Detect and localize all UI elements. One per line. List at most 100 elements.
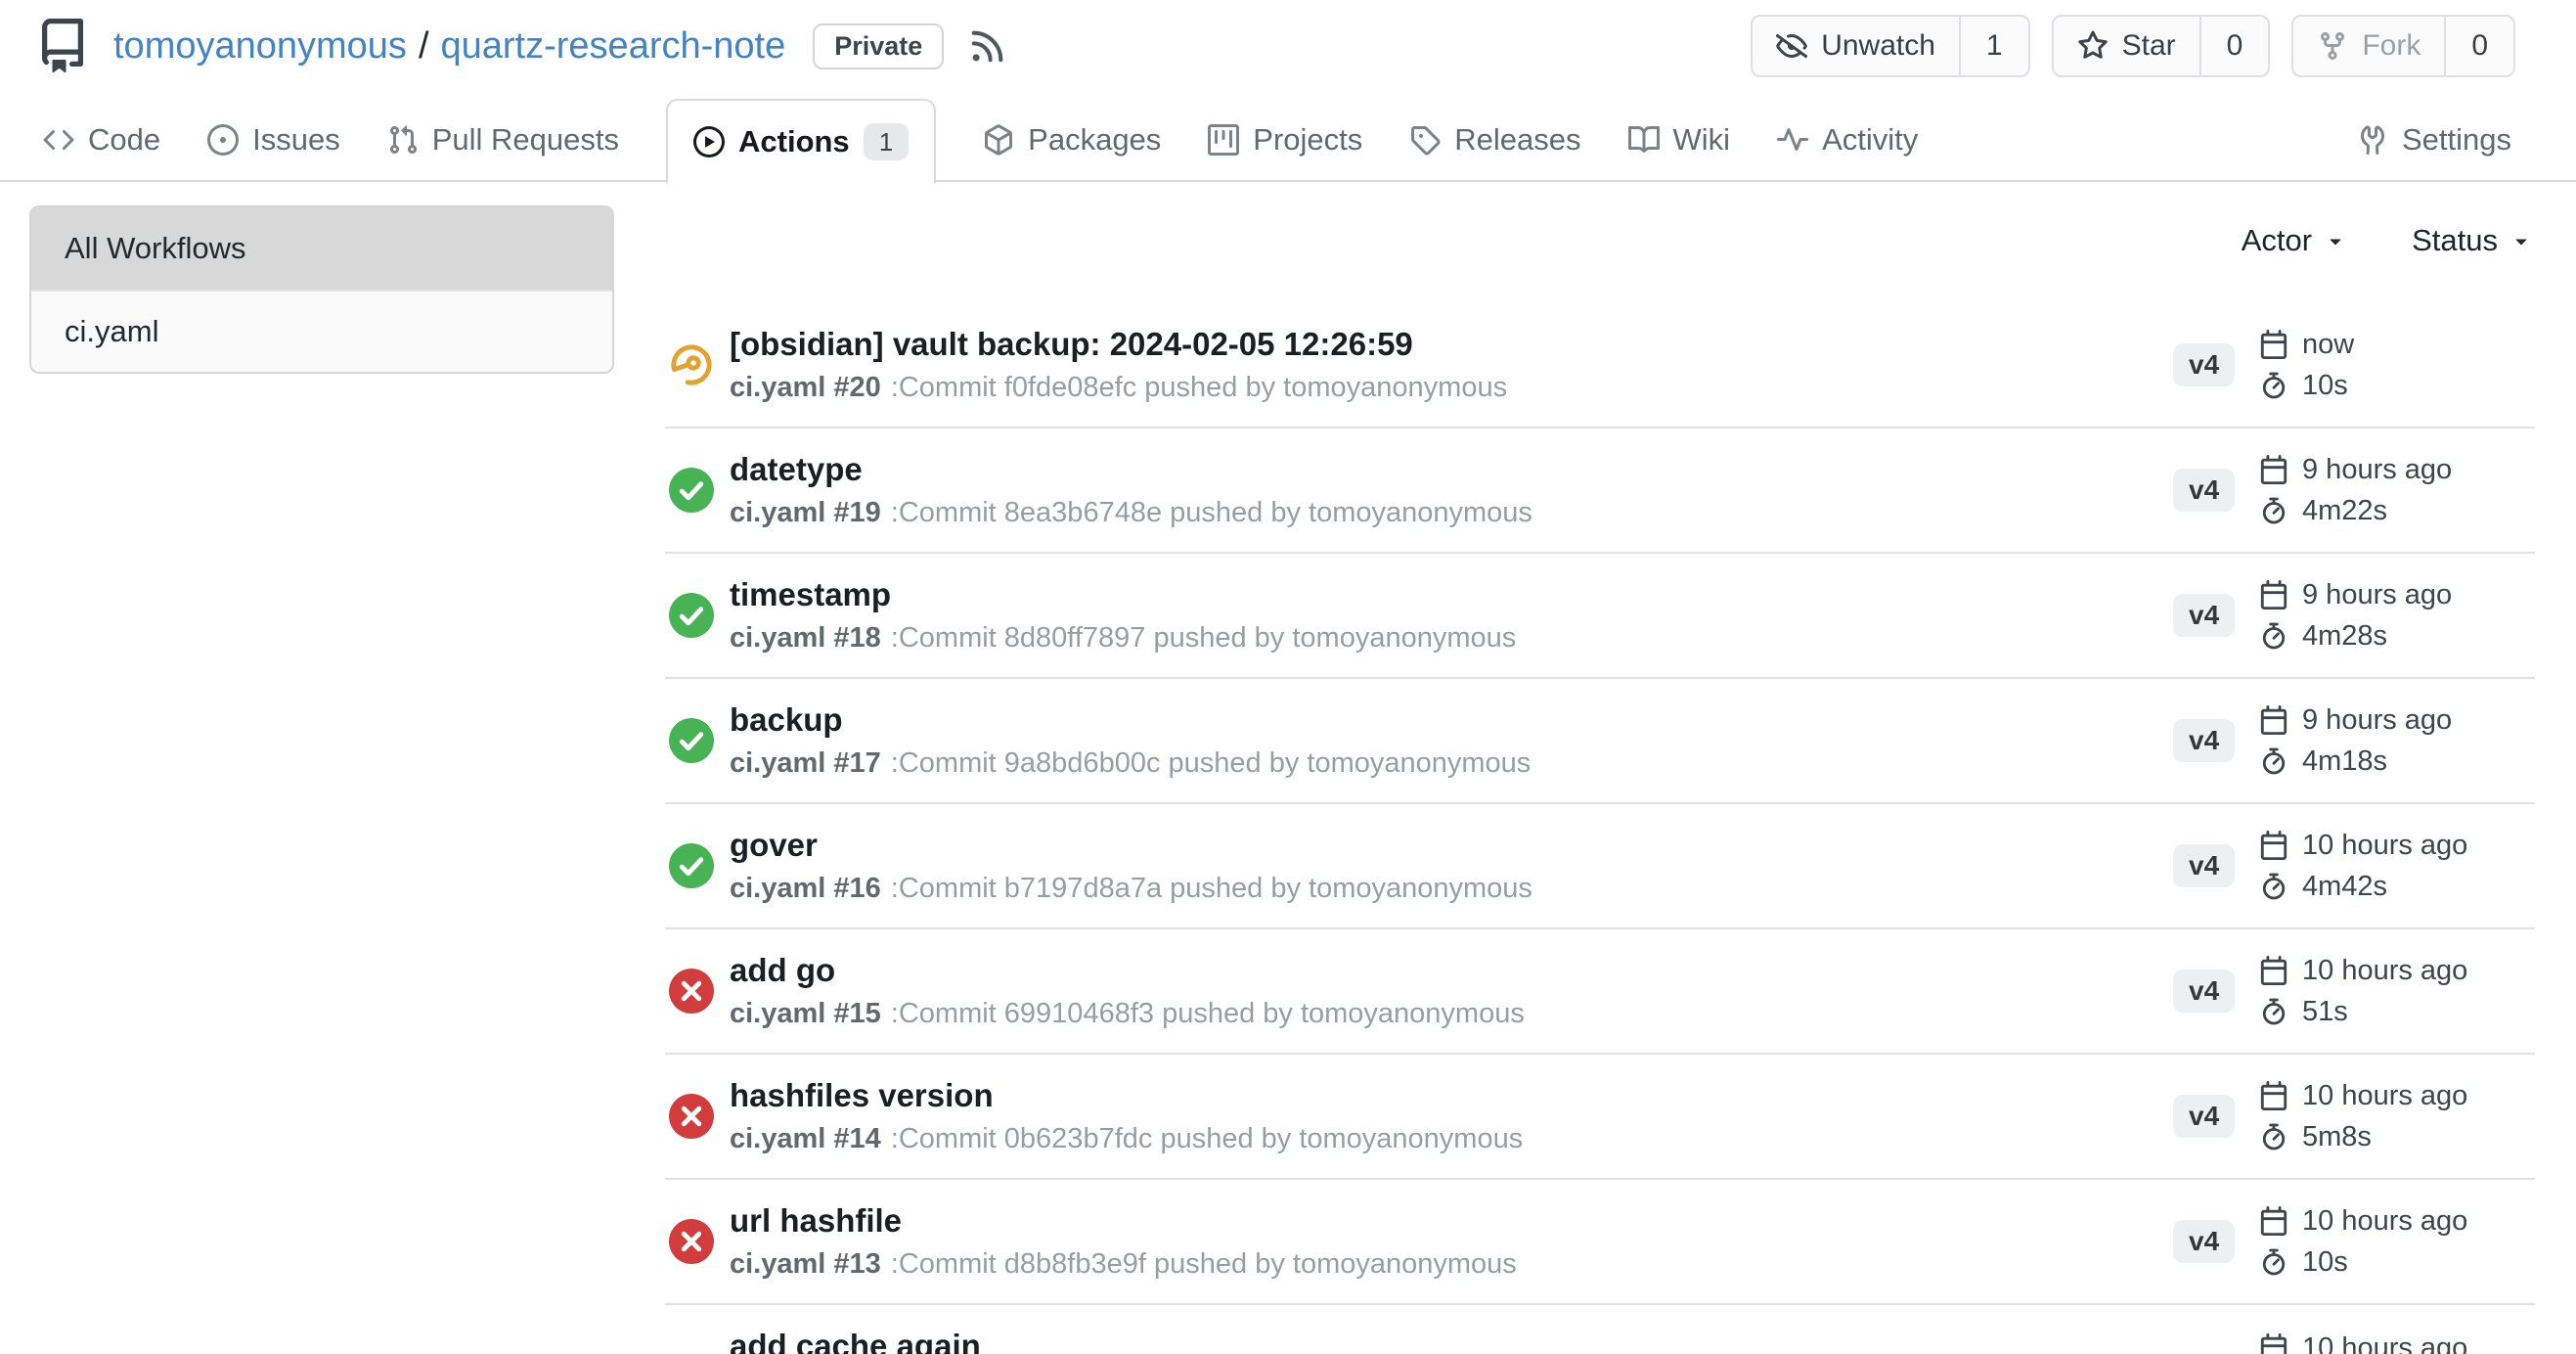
fork-label: Fork xyxy=(2362,29,2421,63)
fork-icon xyxy=(2317,30,2348,62)
run-commit-info: :Commit 8ea3b6748e pushed by tomoyanonym… xyxy=(891,497,1532,528)
calendar-icon xyxy=(2259,1206,2288,1236)
run-workflow-ref: ci.yaml #13 xyxy=(730,1248,881,1280)
repo-header: tomoyanonymous / quartz-research-note Pr… xyxy=(35,8,2515,84)
sidebar-item-all-workflows[interactable]: All Workflows xyxy=(31,207,612,290)
run-time: 9 hours ago xyxy=(2302,453,2452,486)
run-commit-info: :Commit b7197d8a7a pushed by tomoyanonym… xyxy=(891,873,1532,904)
tab-activity[interactable]: Activity xyxy=(1777,99,1918,181)
run-title-link[interactable]: url hashfile xyxy=(730,1202,2173,1240)
git-pull-request-icon xyxy=(387,124,419,156)
repo-actions-page: tomoyanonymous / quartz-research-note Pr… xyxy=(0,0,2576,1354)
workflow-run-row: [obsidian] vault backup: 2024-02-05 12:2… xyxy=(665,303,2535,429)
play-circle-icon xyxy=(693,126,725,158)
tab-issues[interactable]: Issues xyxy=(207,99,340,181)
run-version-badge: v4 xyxy=(2173,594,2235,637)
stopwatch-icon xyxy=(2259,1122,2288,1151)
tab-packages[interactable]: Packages xyxy=(983,99,1161,181)
tab-wiki[interactable]: Wiki xyxy=(1628,99,1731,181)
run-title-link[interactable]: add go xyxy=(730,952,2173,989)
tab-projects[interactable]: Projects xyxy=(1208,99,1362,181)
run-status-icon xyxy=(669,342,714,387)
fork-button[interactable]: Fork 0 xyxy=(2291,15,2515,77)
workflow-run-row: url hashfile ci.yaml #13 :Commit d8b8fb3e… xyxy=(665,1180,2535,1305)
calendar-icon xyxy=(2259,1081,2288,1110)
tab-wiki-label: Wiki xyxy=(1673,122,1731,158)
run-status-icon xyxy=(669,843,714,888)
workflow-run-row: timestamp ci.yaml #18:Commit 8d80ff7897 … xyxy=(665,554,2535,679)
tab-actions[interactable]: Actions 1 xyxy=(666,99,936,183)
run-workflow-ref: ci.yaml #16 xyxy=(730,873,881,904)
run-duration: 4m22s xyxy=(2302,494,2387,527)
calendar-icon xyxy=(2259,1333,2288,1354)
run-version-badge: v4 xyxy=(2173,343,2235,386)
repo-name-link[interactable]: quartz-research-note xyxy=(441,25,786,68)
run-title-link[interactable]: timestamp xyxy=(730,576,2173,613)
run-subtitle: ci.yaml #13 :Commit d8b8fb3e9f pushed by … xyxy=(730,1247,2173,1281)
star-icon xyxy=(2077,30,2109,62)
workflow-sidebar: All Workflows ci.yaml xyxy=(29,205,614,374)
run-version-badge: v4 xyxy=(2173,1095,2235,1138)
breadcrumb: tomoyanonymous / quartz-research-note xyxy=(113,25,785,68)
issue-opened-icon xyxy=(207,124,239,156)
unwatch-button[interactable]: Unwatch 1 xyxy=(1751,15,2029,77)
run-version-badge: v4 xyxy=(2173,469,2235,512)
run-workflow-ref: ci.yaml #17 xyxy=(730,747,881,779)
run-title-link[interactable]: [obsidian] vault backup: 2024-02-05 12:2… xyxy=(730,326,2173,363)
workflow-run-row: add cache again 10 hours ago xyxy=(665,1305,2535,1354)
run-time: 10 hours ago xyxy=(2302,1079,2467,1112)
calendar-icon xyxy=(2259,580,2288,609)
run-duration: 4m42s xyxy=(2302,870,2387,903)
run-time: 9 hours ago xyxy=(2302,703,2452,737)
tab-projects-label: Projects xyxy=(1253,122,1362,158)
run-filters: Actor Status xyxy=(2242,217,2533,264)
status-filter-dropdown[interactable]: Status xyxy=(2412,223,2533,258)
run-status-icon xyxy=(669,468,714,513)
pulse-icon xyxy=(1777,124,1808,156)
run-version-badge: v4 xyxy=(2173,719,2235,762)
run-commit-info: :Commit d8b8fb3e9f pushed by tomoyanonym… xyxy=(891,1248,1517,1280)
stopwatch-icon xyxy=(2259,872,2288,901)
tab-pull-requests[interactable]: Pull Requests xyxy=(387,99,619,181)
stopwatch-icon xyxy=(2259,621,2288,651)
stopwatch-icon xyxy=(2259,997,2288,1026)
run-workflow-ref: ci.yaml #20 xyxy=(730,372,881,403)
calendar-icon xyxy=(2259,455,2288,484)
run-duration: 10s xyxy=(2302,1245,2348,1279)
stopwatch-icon xyxy=(2259,1247,2288,1277)
sidebar-item-ci-yaml[interactable]: ci.yaml xyxy=(31,290,612,372)
repo-owner-link[interactable]: tomoyanonymous xyxy=(113,25,407,68)
star-label: Star xyxy=(2122,29,2176,63)
run-duration: 4m18s xyxy=(2302,745,2387,778)
fork-count[interactable]: 0 xyxy=(2444,17,2513,75)
tab-releases[interactable]: Releases xyxy=(1409,99,1580,181)
star-button[interactable]: Star 0 xyxy=(2052,15,2271,77)
calendar-icon xyxy=(2259,956,2288,985)
run-workflow-ref: ci.yaml #19 xyxy=(730,497,881,528)
run-title-link[interactable]: gover xyxy=(730,827,2173,864)
run-time: 10 hours ago xyxy=(2302,1331,2467,1354)
run-time: 10 hours ago xyxy=(2302,954,2467,987)
run-title-link[interactable]: hashfiles version xyxy=(730,1077,2173,1114)
tab-code[interactable]: Code xyxy=(43,99,160,181)
run-time: 10 hours ago xyxy=(2302,829,2467,862)
workflow-run-row: backup ci.yaml #17 :Commit 9a8bd6b00c pus… xyxy=(665,679,2535,804)
tab-pull-requests-label: Pull Requests xyxy=(432,122,619,158)
rss-feed-icon[interactable] xyxy=(969,27,1006,65)
tab-settings-label: Settings xyxy=(2402,122,2511,158)
run-commit-info: :Commit 9a8bd6b00c pushed by tomoyanonym… xyxy=(891,747,1532,779)
actor-filter-dropdown[interactable]: Actor xyxy=(2242,223,2347,258)
run-workflow-ref: ci.yaml #18 xyxy=(730,622,881,654)
run-version-badge: v4 xyxy=(2173,1220,2235,1263)
run-subtitle: ci.yaml #20:Commit f0fde08efc pushed by … xyxy=(730,371,2173,404)
run-status-icon xyxy=(669,1219,714,1264)
chevron-down-icon xyxy=(2324,229,2347,252)
watch-count[interactable]: 1 xyxy=(1959,17,2028,75)
run-title-link[interactable]: backup xyxy=(730,701,2173,739)
star-count[interactable]: 0 xyxy=(2199,17,2269,75)
calendar-icon xyxy=(2259,705,2288,735)
stopwatch-icon xyxy=(2259,496,2288,525)
run-title-link[interactable]: add cache again xyxy=(730,1328,2173,1354)
run-title-link[interactable]: datetype xyxy=(730,451,2173,488)
tab-settings[interactable]: Settings xyxy=(2357,99,2511,181)
